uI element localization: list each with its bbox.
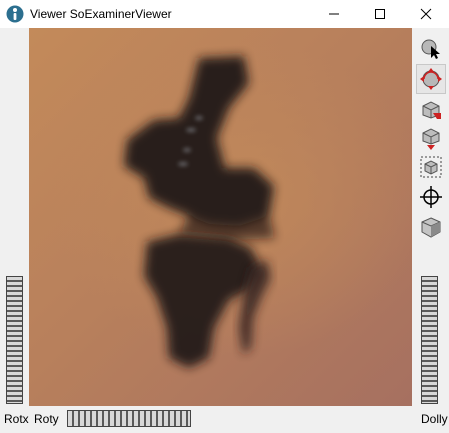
render-viewport[interactable] — [29, 28, 412, 406]
title-bar[interactable]: Viewer SoExaminerViewer — [0, 0, 449, 29]
dolly-thumbwheel[interactable] — [421, 276, 438, 404]
view-all-button[interactable] — [416, 152, 446, 182]
window-title: Viewer SoExaminerViewer — [30, 7, 172, 21]
minimize-icon — [329, 13, 339, 15]
maximize-icon — [375, 9, 385, 19]
view-all-icon — [420, 156, 442, 178]
seek-crosshair-icon — [420, 186, 442, 208]
close-button[interactable] — [403, 0, 449, 28]
knee-joint-render — [124, 56, 275, 368]
rotx-thumbwheel[interactable] — [6, 276, 23, 404]
roty-label: Roty — [34, 412, 59, 426]
home-button[interactable] — [416, 94, 446, 124]
dolly-label: Dolly — [421, 412, 448, 426]
set-home-icon — [422, 128, 440, 150]
home-view-icon — [422, 101, 441, 119]
view-mode-button[interactable] — [416, 64, 446, 94]
close-icon — [420, 8, 432, 20]
minimize-button[interactable] — [311, 0, 357, 28]
seek-button[interactable] — [416, 182, 446, 212]
roty-thumbwheel[interactable] — [67, 410, 191, 427]
pick-arrow-icon — [421, 39, 440, 59]
perspective-cube-icon — [421, 217, 441, 238]
set-home-button[interactable] — [416, 124, 446, 154]
toggle-camera-button[interactable] — [416, 212, 446, 242]
pick-mode-button[interactable] — [416, 34, 446, 64]
maximize-button[interactable] — [357, 0, 403, 28]
app-icon — [6, 5, 24, 23]
rotx-label: Rotx — [4, 412, 29, 426]
rotate-arrows-icon — [420, 68, 442, 90]
